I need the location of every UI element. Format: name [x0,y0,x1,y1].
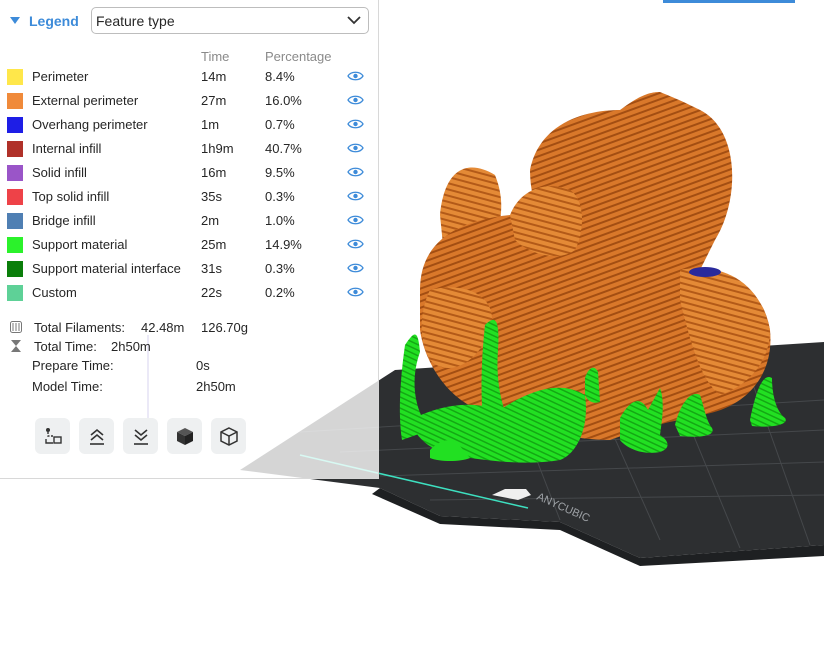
solid-view-button[interactable] [167,418,202,454]
time-column-header: Time [201,49,230,64]
slicer-preview: ANYCUBIC Legend Feature type Time Percen… [0,0,824,646]
total-filaments-label: Total Filaments: [34,320,126,335]
feature-name: Internal infill [32,141,102,156]
feature-time: 14m [201,69,227,84]
eye-icon[interactable] [347,238,364,250]
feature-color-swatch[interactable] [7,93,23,109]
model-time-value: 2h50m [196,379,236,394]
feature-time: 25m [201,237,227,252]
feature-color-swatch[interactable] [7,141,23,157]
feature-row[interactable]: Overhang perimeter 1m 0.7% [0,114,379,138]
feature-color-swatch[interactable] [7,213,23,229]
feature-name: Top solid infill [32,189,110,204]
view-type-select[interactable]: Feature type [91,7,369,34]
eye-icon[interactable] [347,94,364,106]
feature-name: Support material interface [32,261,181,276]
feature-time: 16m [201,165,227,180]
feature-row[interactable]: Bridge infill 2m 1.0% [0,210,379,234]
eye-icon[interactable] [347,190,364,202]
layer-path-button[interactable] [35,418,70,454]
feature-percentage: 14.9% [265,237,302,252]
total-filaments-weight: 126.70g [201,320,248,335]
feature-name: Overhang perimeter [32,117,148,132]
legend-header: Legend Feature type [0,6,379,36]
total-time-value: 2h50m [111,339,151,354]
chevron-down-icon [347,16,361,25]
prepare-time-value: 0s [196,358,210,373]
percentage-column-header: Percentage [265,49,332,64]
feature-color-swatch[interactable] [7,165,23,181]
feature-row[interactable]: Custom 22s 0.2% [0,282,379,306]
model-time-label: Model Time: [32,379,103,394]
feature-time: 1h9m [201,141,234,156]
feature-row[interactable]: Support material interface 31s 0.3% [0,258,379,282]
view-type-value: Feature type [96,13,175,29]
eye-icon[interactable] [347,166,364,178]
feature-color-swatch[interactable] [7,189,23,205]
feature-name: Perimeter [32,69,89,84]
wireframe-cube-icon [219,427,238,446]
feature-name: Support material [32,237,128,252]
eye-icon[interactable] [347,214,364,226]
move-layer-up-button[interactable] [79,418,114,454]
move-layer-down-button[interactable] [123,418,158,454]
feature-percentage: 1.0% [265,213,295,228]
feature-time: 1m [201,117,220,132]
feature-percentage: 8.4% [265,69,295,84]
feature-row[interactable]: Top solid infill 35s 0.3% [0,186,379,210]
layer-path-icon [44,428,62,444]
feature-time: 22s [201,285,222,300]
eye-icon[interactable] [347,286,364,298]
solid-cube-icon [176,428,193,445]
legend-panel: Legend Feature type Time Percentage Peri… [0,0,379,479]
feature-percentage: 40.7% [265,141,302,156]
filament-spool-icon [10,321,22,333]
top-accent-bar [663,0,795,3]
feature-name: External perimeter [32,93,139,108]
feature-row[interactable]: External perimeter 27m 16.0% [0,90,379,114]
feature-percentage: 0.3% [265,189,295,204]
feature-row[interactable]: Perimeter 14m 8.4% [0,66,379,90]
feature-color-swatch[interactable] [7,117,23,133]
eye-icon[interactable] [347,70,364,82]
feature-percentage: 9.5% [265,165,295,180]
feature-row[interactable]: Internal infill 1h9m 40.7% [0,138,379,162]
feature-color-swatch[interactable] [7,285,23,301]
feature-percentage: 0.2% [265,285,295,300]
feature-row[interactable]: Support material 25m 14.9% [0,234,379,258]
feature-percentage: 0.3% [265,261,295,276]
hourglass-icon [11,340,21,352]
feature-color-swatch[interactable] [7,69,23,85]
feature-name: Custom [32,285,77,300]
total-time-label: Total Time: [34,339,97,354]
feature-time: 31s [201,261,222,276]
feature-name: Bridge infill [32,213,96,228]
triangle-down-icon[interactable] [10,17,20,24]
move-layer-up-icon [89,428,104,445]
feature-percentage: 0.7% [265,117,295,132]
eye-icon[interactable] [347,262,364,274]
feature-color-swatch[interactable] [7,237,23,253]
wireframe-view-button[interactable] [211,418,246,454]
eye-icon[interactable] [347,142,364,154]
feature-time: 27m [201,93,227,108]
prepare-time-label: Prepare Time: [32,358,114,373]
feature-time: 2m [201,213,220,228]
feature-time: 35s [201,189,222,204]
feature-row[interactable]: Solid infill 16m 9.5% [0,162,379,186]
feature-name: Solid infill [32,165,87,180]
eye-icon[interactable] [347,118,364,130]
move-layer-down-icon [133,429,148,445]
total-filaments-length: 42.48m [141,320,185,335]
feature-percentage: 16.0% [265,93,302,108]
legend-title[interactable]: Legend [29,13,79,29]
feature-color-swatch[interactable] [7,261,23,277]
